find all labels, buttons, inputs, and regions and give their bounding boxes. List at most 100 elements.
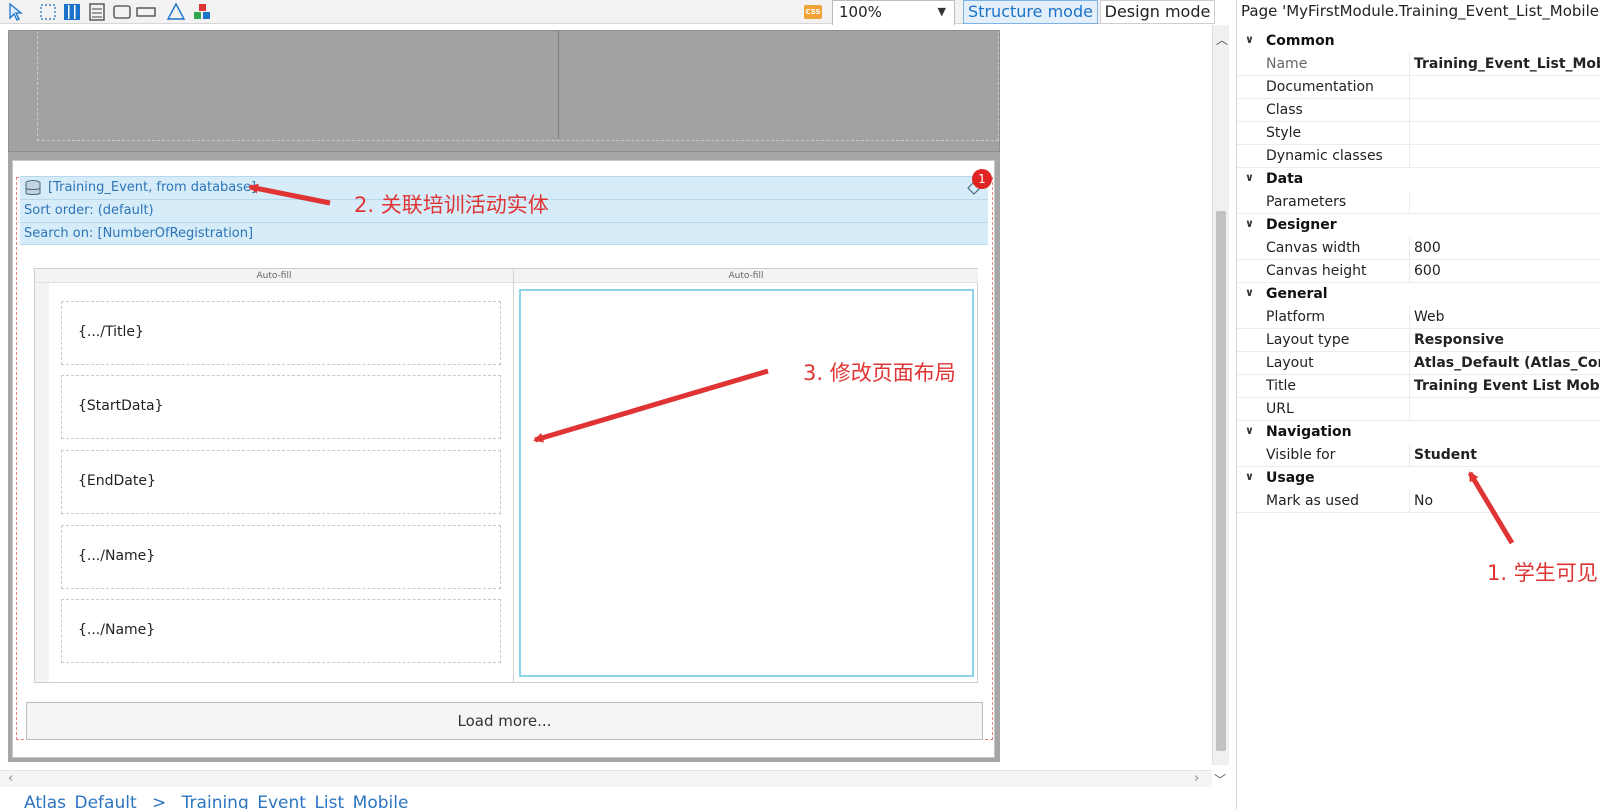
error-count-badge[interactable]: 1 xyxy=(972,169,992,189)
chevron-right-icon[interactable]: › xyxy=(1194,771,1199,786)
prop-url[interactable]: URL xyxy=(1237,398,1600,421)
prop-key: Documentation xyxy=(1266,79,1374,95)
prop-key: Platform xyxy=(1266,309,1326,325)
section-designer[interactable]: ∨ Designer xyxy=(1237,214,1600,237)
page-editor: CSS 100% ▼ Structure mode Design mode [T… xyxy=(0,0,1600,809)
page-canvas: [Training_Event, from database] 1 Sort o… xyxy=(0,25,1231,775)
prop-title[interactable]: Title Training Event List Mobile xyxy=(1237,375,1600,398)
prop-style[interactable]: Style xyxy=(1237,122,1600,145)
prop-value[interactable]: Atlas_Default (Atlas_Core) xyxy=(1414,355,1600,371)
annotation-step-1: 1. 学生可见 xyxy=(1487,561,1598,585)
prop-documentation[interactable]: Documentation xyxy=(1237,76,1600,99)
datasource-entity-label[interactable]: [Training_Event, from database] xyxy=(48,180,256,195)
datasource-search-row[interactable]: Search on: [NumberOfRegistration] xyxy=(20,222,988,245)
prop-value[interactable]: Training_Event_List_Mobile xyxy=(1414,56,1600,72)
layout-grid[interactable]: Auto-fill Auto-fill {.../Title} {StartDa… xyxy=(34,268,978,683)
prop-key: URL xyxy=(1266,401,1294,417)
properties-title: Page 'MyFirstModule.Training_Event_List_… xyxy=(1241,2,1600,20)
prop-divider xyxy=(1409,191,1410,214)
annotation-step-2: 2. 关联培训活动实体 xyxy=(354,193,549,217)
prop-layout-type[interactable]: Layout type Responsive xyxy=(1237,329,1600,352)
prop-canvas-height[interactable]: Canvas height 600 xyxy=(1237,260,1600,283)
prop-divider xyxy=(1409,237,1410,260)
field-name-2[interactable]: {.../Name} xyxy=(61,599,501,663)
data-list-icon[interactable] xyxy=(87,2,107,22)
section-data[interactable]: ∨ Data xyxy=(1237,168,1600,191)
chevron-down-icon[interactable]: ∨ xyxy=(1245,424,1254,437)
prop-layout[interactable]: Layout Atlas_Default (Atlas_Core) xyxy=(1237,352,1600,375)
prop-class[interactable]: Class xyxy=(1237,99,1600,122)
prop-dynamic-classes[interactable]: Dynamic classes xyxy=(1237,145,1600,168)
section-label: Usage xyxy=(1266,470,1315,486)
prop-canvas-width[interactable]: Canvas width 800 xyxy=(1237,237,1600,260)
scrollbar-thumb[interactable] xyxy=(1216,211,1226,751)
container-icon[interactable] xyxy=(112,2,132,22)
field-title[interactable]: {.../Title} xyxy=(61,301,501,365)
prop-platform[interactable]: Platform Web xyxy=(1237,306,1600,329)
prop-key: Visible for xyxy=(1266,447,1336,463)
field-end-date[interactable]: {EndDate} xyxy=(61,450,501,514)
prop-mark-as-used[interactable]: Mark as used No xyxy=(1237,490,1600,513)
layout-columns-icon[interactable] xyxy=(62,2,82,22)
structure-mode-button[interactable]: Structure mode xyxy=(963,0,1098,24)
chevron-down-icon[interactable]: ﹀ xyxy=(1214,771,1226,788)
prop-key: Layout type xyxy=(1266,332,1350,348)
prop-value[interactable]: Student xyxy=(1414,447,1477,463)
zoom-value: 100% xyxy=(839,3,882,21)
prop-key: Mark as used xyxy=(1266,493,1359,509)
chevron-down-icon[interactable]: ∨ xyxy=(1245,171,1254,184)
section-label: Common xyxy=(1266,33,1335,49)
load-more-button[interactable]: Load more... xyxy=(26,702,983,740)
zoom-select[interactable]: 100% ▼ xyxy=(832,0,955,26)
section-label: General xyxy=(1266,286,1328,302)
prop-value[interactable]: Training Event List Mobile xyxy=(1414,378,1600,394)
prop-value[interactable]: 600 xyxy=(1414,263,1441,279)
chevron-down-icon[interactable]: ∨ xyxy=(1245,286,1254,299)
prop-parameters[interactable]: Parameters xyxy=(1237,191,1600,214)
annotation-step-3: 3. 修改页面布局 xyxy=(803,361,956,385)
prop-key: Class xyxy=(1266,102,1303,118)
prop-divider xyxy=(1409,145,1410,168)
row-gutter xyxy=(35,283,49,682)
section-navigation[interactable]: ∨ Navigation xyxy=(1237,421,1600,444)
chevron-up-icon[interactable]: ︿ xyxy=(1216,31,1228,48)
section-usage[interactable]: ∨ Usage xyxy=(1237,467,1600,490)
prop-visible-for[interactable]: Visible for Student xyxy=(1237,444,1600,467)
widgets-icon[interactable] xyxy=(192,2,212,22)
prop-value[interactable]: Web xyxy=(1414,309,1445,325)
field-start-date[interactable]: {StartData} xyxy=(61,375,501,439)
chevron-left-icon[interactable]: ‹ xyxy=(8,771,13,786)
button-icon[interactable] xyxy=(136,2,156,22)
column-autofill-label-left: Auto-fill xyxy=(35,269,513,283)
prop-value[interactable]: No xyxy=(1414,493,1433,509)
breadcrumb-item-page[interactable]: Training_Event_List_Mobile xyxy=(182,793,409,809)
chevron-down-icon[interactable]: ∨ xyxy=(1245,470,1254,483)
select-arrow-icon[interactable] xyxy=(6,2,26,22)
vertical-scrollbar[interactable]: ︿ xyxy=(1212,25,1229,765)
css-icon[interactable]: CSS xyxy=(804,5,822,19)
section-common[interactable]: ∨ Common xyxy=(1237,30,1600,53)
marquee-select-icon[interactable] xyxy=(38,2,58,22)
prop-divider xyxy=(1409,306,1410,329)
prop-key: Layout xyxy=(1266,355,1314,371)
right-column-container[interactable] xyxy=(519,289,974,677)
prop-key: Dynamic classes xyxy=(1266,148,1383,164)
layout-header-region[interactable] xyxy=(8,30,1000,152)
database-icon xyxy=(25,180,41,195)
chevron-down-icon[interactable]: ∨ xyxy=(1245,217,1254,230)
section-general[interactable]: ∨ General xyxy=(1237,283,1600,306)
prop-key: Style xyxy=(1266,125,1302,141)
prop-divider xyxy=(1409,375,1410,398)
prop-divider xyxy=(1409,122,1410,145)
field-name-1[interactable]: {.../Name} xyxy=(61,525,501,589)
design-mode-button[interactable]: Design mode xyxy=(1100,0,1215,24)
chevron-down-icon[interactable]: ▼ xyxy=(938,5,946,18)
prop-name[interactable]: Name Training_Event_List_Mobile xyxy=(1237,53,1600,76)
prop-value[interactable]: 800 xyxy=(1414,240,1441,256)
prop-value[interactable]: Responsive xyxy=(1414,332,1504,348)
breadcrumb-item-layout[interactable]: Atlas_Default xyxy=(24,793,137,809)
triangle-icon[interactable] xyxy=(166,2,186,22)
horizontal-scrollbar[interactable]: ‹ › ﹀ xyxy=(0,770,1226,787)
chevron-down-icon[interactable]: ∨ xyxy=(1245,33,1254,46)
section-label: Navigation xyxy=(1266,424,1352,440)
